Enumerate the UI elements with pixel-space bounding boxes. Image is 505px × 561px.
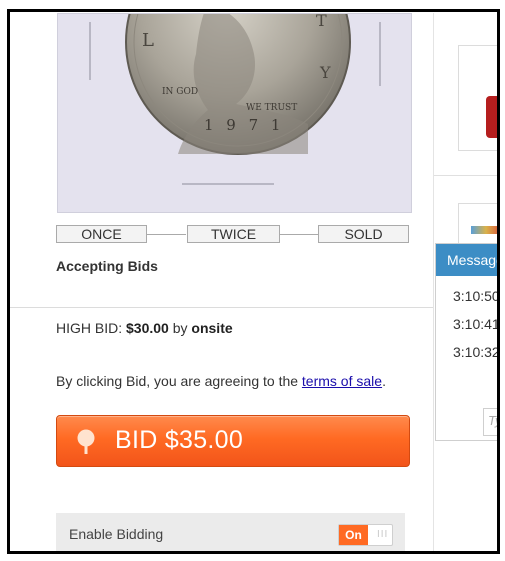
messages-panel: Messages 3:10:50 3:10:41 3:10:32 Ty <box>435 243 500 441</box>
enable-bidding-row: Enable Bidding On III <box>56 513 405 551</box>
coin-letter-left: L <box>142 30 154 51</box>
message-timestamp: 3:10:50 <box>453 288 500 304</box>
stage-sold: SOLD <box>318 225 409 243</box>
pin-icon <box>77 429 95 454</box>
auction-progress: ONCE TWICE SOLD <box>56 225 409 243</box>
terms-suffix: . <box>382 373 386 389</box>
terms-prefix: By clicking Bid, you are agreeing to the <box>56 373 299 389</box>
bid-button[interactable]: BID $35.00 <box>56 415 410 467</box>
thumbnail-image <box>471 226 497 234</box>
message-input[interactable]: Ty <box>483 408 497 436</box>
lot-image[interactable]: L T Y IN GOD WE TRUST 1 9 7 1 <box>57 13 412 213</box>
auction-page: L T Y IN GOD WE TRUST 1 9 7 1 ONCE TWICE… <box>10 12 500 551</box>
message-timestamp: 3:10:32 <box>453 344 500 360</box>
screenshot-frame: L T Y IN GOD WE TRUST 1 9 7 1 ONCE TWICE… <box>7 9 500 554</box>
toggle-grip-icon: III <box>377 529 389 540</box>
related-lot-thumbnail[interactable] <box>458 45 497 151</box>
enable-bidding-label: Enable Bidding <box>69 526 164 542</box>
high-bid-amount: $30.00 <box>126 320 169 336</box>
stage-twice: TWICE <box>187 225 280 243</box>
messages-header[interactable]: Messages <box>436 244 497 276</box>
terms-of-sale-link[interactable]: terms of sale <box>302 373 382 389</box>
bid-status: Accepting Bids <box>56 258 158 274</box>
divider <box>10 307 433 308</box>
thumbnail-image <box>486 96 497 138</box>
coin-letter-right: Y <box>319 63 331 82</box>
toggle-on-label: On <box>339 525 368 545</box>
high-bid-label: HIGH BID: <box>56 320 123 336</box>
bid-button-label: BID $35.00 <box>115 426 244 454</box>
coin-year: 1 9 7 1 <box>204 116 284 134</box>
message-timestamp: 3:10:41 <box>453 316 500 332</box>
coin-letter-top: T <box>316 14 327 30</box>
stage-once: ONCE <box>56 225 147 243</box>
coin-motto-right: WE TRUST <box>246 103 297 113</box>
high-bid-by: by <box>172 320 188 336</box>
side-column-border <box>433 13 434 551</box>
enable-bidding-toggle[interactable]: On III <box>338 524 393 546</box>
coin-motto-left: IN GOD <box>162 87 198 97</box>
coin-photo: L T Y IN GOD WE TRUST 1 9 7 1 <box>89 14 381 185</box>
terms-notice: By clicking Bid, you are agreeing to the… <box>56 373 386 389</box>
high-bidder: onsite <box>191 320 233 336</box>
high-bid-line: HIGH BID: $30.00 by onsite <box>56 320 233 336</box>
progress-connector <box>146 234 186 235</box>
side-divider <box>434 175 497 176</box>
progress-connector <box>279 234 319 235</box>
message-input-placeholder: Ty <box>488 413 497 428</box>
related-lot-thumbnail[interactable] <box>458 203 497 245</box>
